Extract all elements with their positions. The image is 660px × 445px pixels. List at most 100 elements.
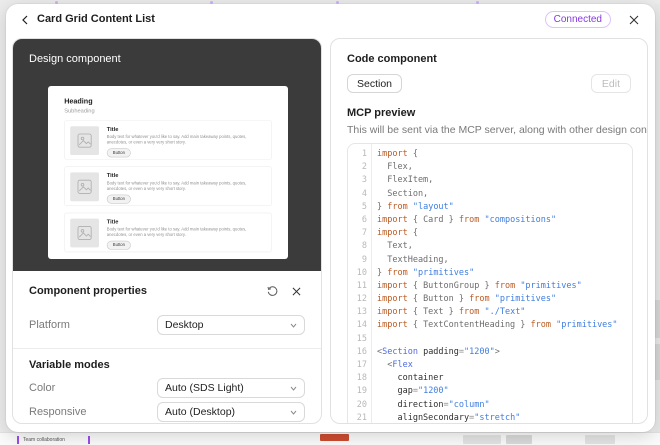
preview-subheading: Subheading <box>64 107 95 115</box>
code-text: Section, <box>377 188 429 199</box>
code-text: } from "primitives" <box>377 267 475 278</box>
back-button[interactable] <box>16 11 34 29</box>
line-number: 6 <box>361 214 367 225</box>
platform-label: Platform <box>29 319 70 331</box>
properties-close-button[interactable] <box>287 282 305 300</box>
line-number: 9 <box>361 254 367 265</box>
line-number: 19 <box>356 386 367 397</box>
line-number: 20 <box>356 399 367 410</box>
color-mode-value: Auto (SDS Light) <box>165 382 244 394</box>
reset-properties-button[interactable] <box>263 282 281 300</box>
code-text: <Flex <box>377 360 413 370</box>
code-text: import { Card } from "compositions" <box>377 214 557 225</box>
code-text: alignSecondary="stretch" <box>377 412 521 423</box>
code-text: container <box>377 373 444 384</box>
code-line: 8 Text, <box>348 240 632 253</box>
design-component-preview: Heading Subheading Title Body text for w… <box>48 86 288 259</box>
code-panel: Code component Section Edit MCP preview … <box>330 38 648 424</box>
preview-card-button: Button <box>106 240 131 250</box>
background-gray-block <box>463 435 501 444</box>
line-number: 15 <box>356 333 367 344</box>
responsive-mode-select[interactable]: Auto (Desktop) <box>157 402 305 422</box>
code-line: 10} from "primitives" <box>348 267 632 280</box>
image-placeholder <box>70 172 99 202</box>
code-line: 13 import { Text } from "./Text" <box>348 306 632 319</box>
dialog-title: Card Grid Content List <box>37 13 155 25</box>
chevron-down-icon <box>290 323 297 328</box>
line-number: 5 <box>361 201 367 212</box>
line-number: 4 <box>361 188 367 199</box>
preview-card-title: Title <box>106 126 119 133</box>
code-line: 5 } from "layout" <box>348 201 632 214</box>
code-line: 16 <Section padding="1200"> <box>348 346 632 359</box>
code-preview[interactable]: 1 import {2 Flex, 3 FlexItem, 4 Section, 5} … <box>347 143 633 423</box>
preview-card-title: Title <box>106 218 119 226</box>
line-number: 11 <box>356 280 367 291</box>
preview-card-body: Body text for whatever you'd like to say… <box>106 135 247 145</box>
line-number: 3 <box>361 175 367 186</box>
color-mode-select[interactable]: Auto (SDS Light) <box>157 378 305 398</box>
line-number: 1 <box>361 149 367 159</box>
line-number: 18 <box>356 373 367 384</box>
background-purple-bar <box>17 436 19 444</box>
background-gray-block <box>585 435 615 444</box>
code-text: TextHeading, <box>377 254 449 265</box>
code-line: 21 alignSecondary="stretch" <box>348 412 632 423</box>
code-line: 12 import { Button } from "primitives" <box>348 293 632 306</box>
code-text: Text, <box>377 241 413 252</box>
code-text: import { <box>377 228 418 239</box>
background-canvas-label: Team collaboration <box>23 437 65 443</box>
preview-card-title: Title <box>106 172 119 179</box>
code-component-title: Code component <box>347 53 437 65</box>
preview-card-body: Body text for whatever you'd like to say… <box>106 181 247 191</box>
code-text: direction="column" <box>377 399 490 410</box>
background-right-strip <box>655 4 660 432</box>
image-placeholder <box>70 126 99 155</box>
line-number: 8 <box>361 241 367 252</box>
code-text: } from "layout" <box>377 201 454 212</box>
background-gray-block <box>506 435 532 444</box>
line-number: 12 <box>356 294 367 305</box>
chevron-left-icon <box>22 15 28 25</box>
line-number: 7 <box>361 228 367 239</box>
dialog-close-button[interactable] <box>625 11 643 29</box>
chevron-down-icon <box>290 386 297 391</box>
platform-select[interactable]: Desktop <box>157 315 305 335</box>
code-line: 19 gap="1200" <box>348 385 632 398</box>
code-text: import { Text } from "./Text" <box>377 307 526 318</box>
component-properties-panel: Component properties Platform Desktop Va… <box>13 271 321 422</box>
background-purple-bar <box>88 436 90 444</box>
preview-card-button: Button <box>106 194 131 204</box>
divider <box>13 348 321 349</box>
code-text: import { TextContentHeading } from "prim… <box>377 320 618 331</box>
code-line: 7 import { <box>348 227 632 240</box>
code-text: import { Button } from "primitives" <box>377 294 557 305</box>
mcp-preview-title: MCP preview <box>347 107 416 119</box>
code-line: 9 TextHeading, <box>348 254 632 267</box>
code-lines: 1 import {2 Flex, 3 FlexItem, 4 Section, 5} … <box>348 148 632 423</box>
code-text: import { ButtonGroup } from "primitives" <box>377 280 582 291</box>
code-line: 6 import { Card } from "compositions" <box>348 214 632 227</box>
line-number: 21 <box>356 412 367 423</box>
mcp-preview-description: This will be sent via the MCP server, al… <box>347 124 648 136</box>
code-line: 14 import { TextContentHeading } from "pr… <box>348 319 632 332</box>
code-text: Flex, <box>377 162 413 173</box>
background-canvas-strip: Team collaboration <box>0 432 660 445</box>
code-text: FlexItem, <box>377 175 434 186</box>
code-line: 15 <box>348 333 632 346</box>
preview-card-button: Button <box>106 148 131 158</box>
preview-canvas: Heading Subheading Title Body text for w… <box>48 86 288 259</box>
code-line: 17 <Flex <box>348 359 632 372</box>
variable-modes-title: Variable modes <box>29 359 110 371</box>
preview-card-list: Title Body text for whatever you'd like … <box>64 120 272 253</box>
line-number: 13 <box>356 307 367 318</box>
responsive-mode-value: Auto (Desktop) <box>165 406 236 418</box>
code-line: 18 container <box>348 372 632 385</box>
dialog-header: Card Grid Content List Connected <box>6 4 655 36</box>
close-icon <box>292 287 300 295</box>
design-component-label: Design component <box>29 53 121 65</box>
edit-button[interactable]: Edit <box>590 74 631 93</box>
section-chip[interactable]: Section <box>347 74 403 93</box>
design-component-section: Design component Heading Subheading Titl… <box>13 39 321 271</box>
